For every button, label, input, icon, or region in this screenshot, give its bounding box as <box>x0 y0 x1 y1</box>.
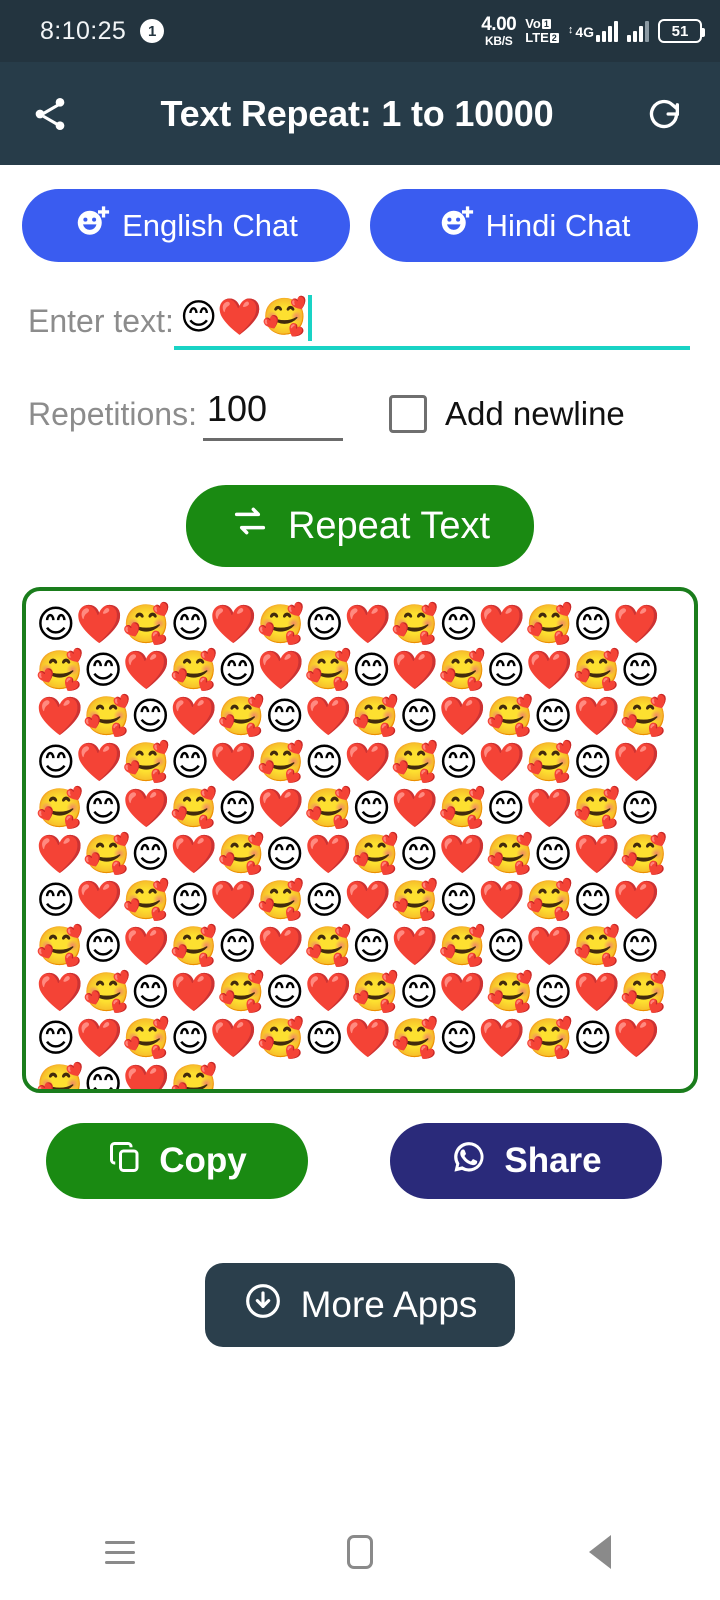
repetitions-row: Repetitions: 100 Add newline <box>0 350 720 441</box>
repeat-button-row: Repeat Text <box>0 441 720 567</box>
recents-button[interactable] <box>60 1540 180 1564</box>
enter-text-row: Enter text: 😊❤️🥰 <box>0 262 720 350</box>
share-label: Share <box>504 1141 602 1180</box>
copy-label: Copy <box>159 1141 247 1180</box>
network-speed-value: 4.00 <box>481 14 517 35</box>
notification-count-badge: 1 <box>140 19 165 43</box>
emoji-add-icon <box>74 204 110 248</box>
home-icon <box>347 1535 373 1569</box>
volte-icon: Vo 1 LTE 2 <box>525 17 559 44</box>
add-newline-label: Add newline <box>444 395 625 432</box>
whatsapp-icon <box>450 1138 488 1185</box>
copy-button[interactable]: Copy <box>46 1123 308 1199</box>
status-bar-left: 8:10:25 1 <box>40 16 165 46</box>
back-button[interactable] <box>540 1535 660 1569</box>
enter-text-input[interactable]: 😊❤️🥰 <box>173 294 690 350</box>
text-cursor <box>308 295 313 341</box>
more-apps-label: More Apps <box>300 1284 478 1325</box>
share-button[interactable]: Share <box>390 1123 662 1199</box>
status-bar-right: 4.00 KB/S Vo 1 LTE 2 ↕ 4G 51 <box>481 15 705 47</box>
add-newline-checkbox[interactable] <box>388 395 427 433</box>
result-box[interactable]: 😊❤️🥰😊❤️🥰😊❤️🥰😊❤️🥰😊❤️🥰😊❤️🥰😊❤️🥰😊❤️🥰😊❤️🥰😊❤️🥰… <box>22 587 698 1093</box>
result-text: 😊❤️🥰😊❤️🥰😊❤️🥰😊❤️🥰😊❤️🥰😊❤️🥰😊❤️🥰😊❤️🥰😊❤️🥰😊❤️🥰… <box>36 602 668 1093</box>
sim2-badge: 2 <box>549 32 559 43</box>
repeat-icon <box>230 501 270 551</box>
battery-icon: 51 <box>658 19 705 43</box>
download-circle-icon <box>243 1281 283 1330</box>
recents-icon <box>105 1540 135 1564</box>
english-chat-label: English Chat <box>122 207 298 243</box>
hindi-chat-button[interactable]: Hindi Chat <box>370 189 698 262</box>
volte-top-text: Vo <box>525 16 541 32</box>
volte-bottom-text: LTE <box>525 30 549 45</box>
app-bar: Text Repeat: 1 to 10000 <box>0 62 720 165</box>
signal-bars-icon-2 <box>627 20 649 42</box>
repeat-text-button[interactable]: Repeat Text <box>185 485 535 567</box>
home-button[interactable] <box>300 1535 420 1569</box>
english-chat-button[interactable]: English Chat <box>22 189 350 262</box>
page-title: Text Repeat: 1 to 10000 <box>160 92 554 134</box>
sim1-badge: 1 <box>541 19 551 30</box>
repetitions-label: Repetitions: <box>28 396 197 432</box>
enter-text-value: 😊❤️🥰 <box>179 297 308 338</box>
android-navigation-bar <box>0 1504 720 1600</box>
repetitions-input[interactable]: 100 <box>202 388 343 441</box>
enter-text-label: Enter text: <box>28 303 174 339</box>
back-icon <box>589 1535 611 1569</box>
copy-icon <box>107 1139 143 1184</box>
network-speed-indicator: 4.00 KB/S <box>481 15 516 47</box>
data-transfer-arrow-icon: ↕ <box>567 24 574 36</box>
emoji-add-icon <box>438 204 474 248</box>
mobile-signal-indicator-1: ↕ 4G <box>568 20 618 42</box>
result-area: 😊❤️🥰😊❤️🥰😊❤️🥰😊❤️🥰😊❤️🥰😊❤️🥰😊❤️🥰😊❤️🥰😊❤️🥰😊❤️🥰… <box>0 567 720 1093</box>
share-icon[interactable] <box>22 86 78 142</box>
more-apps-button[interactable]: More Apps <box>204 1263 516 1347</box>
chat-buttons-row: English Chat Hindi Chat <box>0 165 720 262</box>
network-speed-unit: KB/S <box>484 34 513 48</box>
repeat-text-label: Repeat Text <box>287 504 491 547</box>
network-type-label: 4G <box>575 24 594 40</box>
battery-percent-label: 51 <box>671 22 689 40</box>
status-bar: 8:10:25 1 4.00 KB/S Vo 1 LTE 2 ↕ 4G 51 <box>0 0 720 62</box>
action-buttons-row: Copy Share <box>0 1093 720 1199</box>
refresh-icon[interactable] <box>636 86 692 142</box>
add-newline-checkbox-row[interactable]: Add newline <box>388 395 625 441</box>
hindi-chat-label: Hindi Chat <box>485 207 631 243</box>
status-bar-clock: 8:10:25 <box>40 16 127 45</box>
signal-bars-icon-1 <box>596 20 618 42</box>
more-apps-row: More Apps <box>0 1199 720 1347</box>
